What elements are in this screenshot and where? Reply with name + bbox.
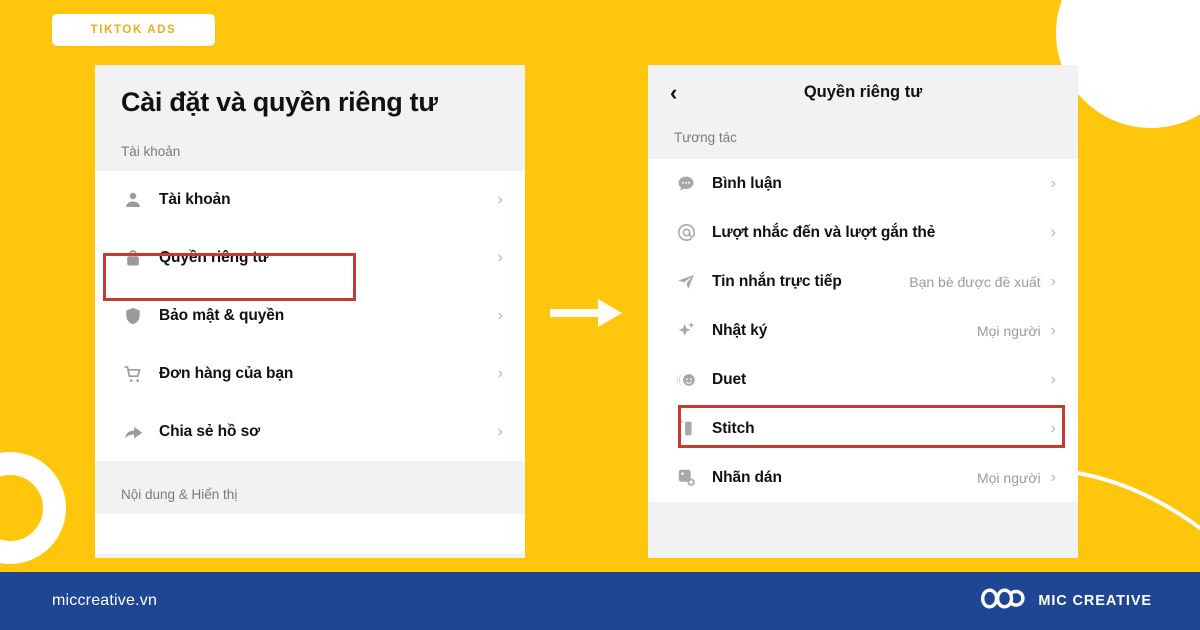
privacy-page-title: Quyền riêng tư xyxy=(803,83,923,101)
settings-row-security[interactable]: Bảo mật & quyền › xyxy=(95,287,525,345)
settings-row-label: Bảo mật & quyền xyxy=(159,307,285,324)
sticker-icon xyxy=(674,466,698,490)
privacy-row-value: Bạn bè được đề xuất xyxy=(909,273,1041,290)
section-label-interaction: Tương tác xyxy=(674,130,737,145)
privacy-row-label: Duet xyxy=(712,370,747,388)
privacy-row-mentions[interactable]: Lượt nhắc đến và lượt gắn thẻ › xyxy=(648,208,1078,257)
tiktok-ads-badge: TIKTOK ADS xyxy=(52,14,215,46)
privacy-row-direct-messages[interactable]: Tin nhắn trực tiếp Bạn bè được đề xuất › xyxy=(648,257,1078,306)
page-title: Cài đặt và quyền riêng tư xyxy=(121,87,438,117)
privacy-row-stitch[interactable]: Stitch › xyxy=(648,404,1078,453)
chevron-right-icon: › xyxy=(1050,419,1056,437)
privacy-list: Bình luận › Lượt nhắc đến và lượt gắn th… xyxy=(648,159,1078,502)
footer-website: miccreative.vn xyxy=(52,592,158,609)
settings-row-label: Đơn hàng của bạn xyxy=(159,365,294,382)
chevron-right-icon: › xyxy=(1050,321,1056,339)
privacy-row-value: Mọi người xyxy=(976,469,1041,486)
settings-row-label: Chia sẻ hồ sơ xyxy=(159,423,261,440)
lock-icon xyxy=(121,246,145,270)
chevron-right-icon: › xyxy=(1050,174,1056,192)
privacy-row-label: Tin nhắn trực tiếp xyxy=(712,272,842,290)
privacy-row-value: Mọi người xyxy=(976,322,1041,339)
settings-row-orders[interactable]: Đơn hàng của bạn › xyxy=(95,345,525,403)
settings-list: Tài khoản › Quyền riêng tư › Bảo mật & q… xyxy=(95,171,525,461)
privacy-panel: ‹ Quyền riêng tư Tương tác Bình luận › L… xyxy=(648,65,1078,558)
section-label-content: Nội dung & Hiển thị xyxy=(121,487,238,502)
stitch-icon xyxy=(674,417,698,441)
settings-panel: Cài đặt và quyền riêng tư Tài khoản Tài … xyxy=(95,65,525,558)
person-icon xyxy=(121,188,145,212)
settings-row-privacy[interactable]: Quyền riêng tư › xyxy=(95,229,525,287)
chevron-right-icon: › xyxy=(497,307,503,324)
mic-creative-infinity-logo xyxy=(981,585,1027,617)
privacy-row-stickers[interactable]: Nhãn dán Mọi người › xyxy=(648,453,1078,502)
chevron-right-icon: › xyxy=(1050,370,1056,388)
chevron-right-icon: › xyxy=(1050,468,1056,486)
settings-list-content-partial xyxy=(95,514,525,554)
chevron-right-icon: › xyxy=(497,365,503,382)
sparkle-icon xyxy=(674,319,698,343)
comment-icon xyxy=(674,172,698,196)
chevron-right-icon: › xyxy=(497,191,503,208)
privacy-row-label: Lượt nhắc đến và lượt gắn thẻ xyxy=(712,223,936,241)
send-icon xyxy=(674,270,698,294)
footer-brand-name: MIC CREATIVE xyxy=(1038,593,1152,609)
decor-ring-bottom-left xyxy=(0,452,66,564)
privacy-row-label: Stitch xyxy=(712,419,755,437)
footer-brand: MIC CREATIVE xyxy=(981,585,1152,617)
badge-label: TIKTOK ADS xyxy=(90,24,177,36)
footer-bar: miccreative.vn MIC CREATIVE xyxy=(0,572,1200,630)
privacy-row-duet[interactable]: Duet › xyxy=(648,355,1078,404)
step-arrow-icon xyxy=(548,296,626,330)
privacy-row-comments[interactable]: Bình luận › xyxy=(648,159,1078,208)
mention-icon xyxy=(674,221,698,245)
settings-row-account[interactable]: Tài khoản › xyxy=(95,171,525,229)
share-icon xyxy=(121,420,145,444)
privacy-panel-header: ‹ Quyền riêng tư xyxy=(648,65,1078,120)
cart-icon xyxy=(121,362,145,386)
privacy-row-label: Bình luận xyxy=(712,174,782,192)
privacy-row-diary[interactable]: Nhật ký Mọi người › xyxy=(648,306,1078,355)
privacy-row-label: Nhãn dán xyxy=(712,468,782,486)
chevron-right-icon: › xyxy=(1050,272,1056,290)
settings-row-share-profile[interactable]: Chia sẻ hồ sơ › xyxy=(95,403,525,461)
duet-icon xyxy=(674,368,698,392)
section-label-account: Tài khoản xyxy=(121,144,181,159)
privacy-row-label: Nhật ký xyxy=(712,321,768,339)
settings-row-label: Tài khoản xyxy=(159,191,231,208)
settings-row-label: Quyền riêng tư xyxy=(159,249,269,266)
settings-panel-header: Cài đặt và quyền riêng tư xyxy=(95,65,525,118)
chevron-right-icon: › xyxy=(1050,223,1056,241)
chevron-right-icon: › xyxy=(497,249,503,266)
chevron-right-icon: › xyxy=(497,423,503,440)
shield-icon xyxy=(121,304,145,328)
